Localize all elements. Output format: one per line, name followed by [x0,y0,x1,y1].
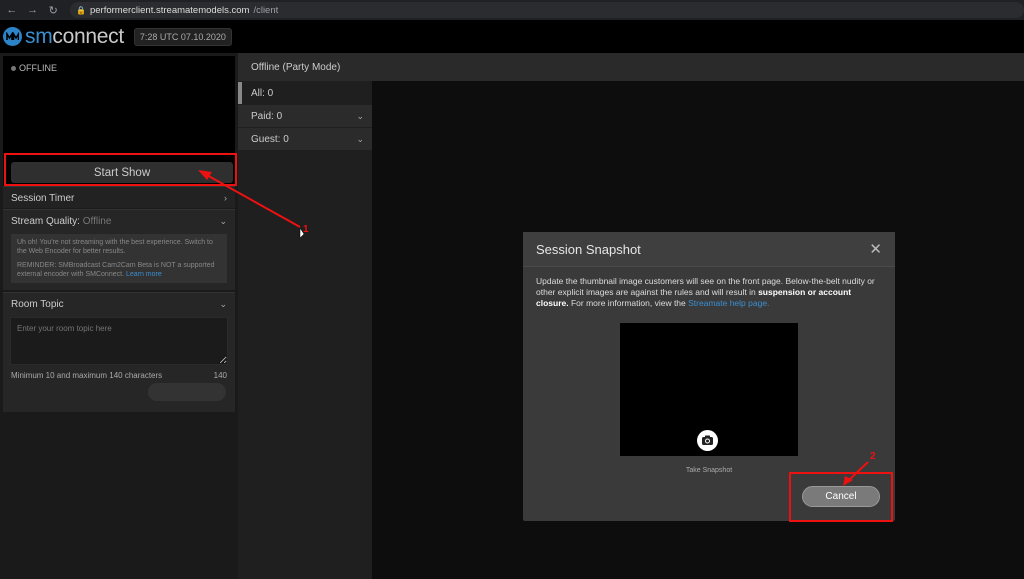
session-snapshot-dialog: Session Snapshot ✕ Update the thumbnail … [523,232,895,521]
logo-sm: sm [25,25,53,48]
start-show-button[interactable]: Start Show [11,162,233,183]
address-bar[interactable]: 🔒 performerclient.streamatemodels.com/cl… [70,2,1024,18]
url-host: performerclient.streamatemodels.com [89,4,250,16]
topic-char-count: 140 [213,371,227,380]
stream-quality-panel: Stream Quality: Offline ⌄ Uh oh! You're … [3,209,235,290]
room-topic-input[interactable] [10,317,228,365]
app-header: smconnect 7:28 UTC 07.10.2020 [0,20,1024,53]
chevron-down-icon[interactable]: ⌄ [219,299,227,310]
room-topic-label: Room Topic [11,298,64,310]
lock-icon: 🔒 [76,5,86,15]
learn-more-link[interactable]: Learn more [126,271,162,278]
reload-icon[interactable]: ↻ [47,4,59,17]
session-timer-panel[interactable]: Session Timer › [3,186,235,208]
stream-warning-text: Uh oh! You're not streaming with the bes… [17,239,213,255]
topic-rule-text: Minimum 10 and maximum 140 characters [11,371,163,380]
main-header-bar [238,53,1024,81]
dialog-message: Update the thumbnail image customers wil… [523,267,895,309]
left-sidebar: OFFLINE Start Show Session Timer › Strea… [0,53,238,579]
room-topic-panel: Room Topic ⌄ Minimum 10 and maximum 140 … [3,292,235,412]
cancel-button[interactable]: Cancel [802,486,880,507]
camera-icon[interactable] [697,430,718,451]
chevron-down-icon[interactable]: ⌄ [219,216,227,227]
topic-save-button[interactable] [148,383,226,401]
status-indicator: OFFLINE [11,63,57,73]
url-path: /client [253,4,279,16]
session-timer-label: Session Timer [11,192,75,204]
forward-icon[interactable]: → [27,4,39,16]
stream-quality-value: Offline [82,215,112,227]
clock: 7:28 UTC 07.10.2020 [133,27,232,46]
status-text: OFFLINE [19,63,58,73]
filter-paid[interactable]: Paid: 0 ⌄ [238,105,372,127]
annotation-marker-1: 1 [303,224,309,235]
browser-toolbar: ← → ↻ 🔒 performerclient.streamatemodels.… [0,0,1024,20]
help-page-link[interactable]: Streamate help page. [688,298,769,308]
logo-connect: connect [52,25,124,48]
annotation-marker-2: 2 [870,451,876,462]
chevron-right-icon[interactable]: › [224,193,227,203]
filter-guest[interactable]: Guest: 0 ⌄ [238,128,372,150]
logo-text: smconnect [25,26,124,47]
stream-quality-label: Stream Quality: [11,215,80,227]
chevron-down-icon[interactable]: ⌄ [356,111,364,122]
logo-icon [3,27,22,46]
filter-all[interactable]: All: 0 [238,82,372,104]
dialog-title: Session Snapshot [536,241,641,257]
back-icon[interactable]: ← [6,4,18,16]
filter-guest-label: Guest: 0 [251,133,289,145]
status-dot-icon [11,65,16,71]
filter-all-label: All: 0 [251,87,274,99]
chevron-down-icon[interactable]: ⌄ [356,134,364,145]
dialog-text-2: For more information, view the [568,298,689,308]
stream-warning: Uh oh! You're not streaming with the bes… [11,234,227,283]
filter-column [238,81,372,579]
logo: smconnect [3,26,124,47]
video-preview: OFFLINE Start Show [3,56,235,200]
take-snapshot-label[interactable]: Take Snapshot [620,467,798,474]
reminder-text: REMINDER: SMBroadcast Cam2Cam Beta is NO… [17,262,215,278]
close-icon[interactable]: ✕ [869,240,882,258]
snapshot-preview [620,323,798,456]
filter-paid-label: Paid: 0 [251,110,283,122]
page-title: Offline (Party Mode) [251,62,341,73]
